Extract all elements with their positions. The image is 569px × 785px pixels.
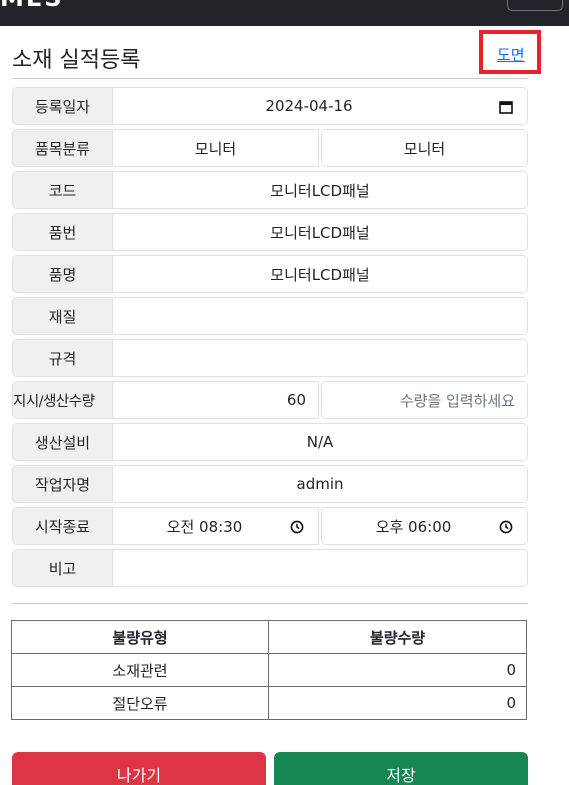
highlight-box (479, 30, 541, 74)
code-value: 모니터LCD패널 (270, 181, 370, 200)
part-no-value: 모니터LCD패널 (270, 223, 370, 242)
page-title: 소재 실적등록 (12, 48, 141, 73)
defect-type-cell: 소재관련 (11, 653, 269, 687)
end-time-value: 오후 06:00 (375, 517, 452, 536)
row-part-name: 품명 모니터LCD패널 (12, 255, 528, 293)
production-form: 등록일자 2024-04-16 품목분류 모니터 모니터 코드 모니터LCD패널… (12, 87, 528, 591)
row-spec: 규격 (12, 339, 528, 377)
defect-qty-cell[interactable]: 0 (268, 686, 527, 720)
reg-date-value: 2024-04-16 (265, 97, 353, 115)
item-class-minor-select[interactable]: 모니터 (321, 129, 528, 167)
production-qty-placeholder: 수량을 입력하세요 (399, 391, 515, 410)
item-class-major-value: 모니터 (194, 139, 237, 158)
brand-logo[interactable]: MES (0, 0, 96, 8)
equipment-field[interactable]: N/A (112, 423, 528, 461)
brand-text: MES (0, 0, 64, 8)
note-field[interactable] (112, 549, 528, 587)
table-row: 절단오류 0 (11, 686, 527, 720)
row-note: 비고 (12, 549, 528, 587)
title-divider (12, 78, 528, 79)
order-qty-field[interactable]: 60 (112, 381, 319, 419)
row-equipment: 생산설비 N/A (12, 423, 528, 461)
defect-type-header: 불량유형 (11, 620, 269, 654)
row-qty: 지시/생산수량 60 수량을 입력하세요 (12, 381, 528, 419)
top-navbar: MES (0, 0, 569, 26)
row-time: 시작종료 오전 08:30 오후 06:00 (12, 507, 528, 545)
material-field[interactable] (112, 297, 528, 335)
spec-field[interactable] (112, 339, 528, 377)
exit-button[interactable]: 나가기 (12, 752, 266, 785)
section-divider (12, 603, 528, 604)
material-label: 재질 (12, 297, 113, 335)
qty-label: 지시/생산수량 (12, 381, 113, 419)
part-name-value: 모니터LCD패널 (270, 265, 370, 284)
defect-type-cell: 절단오류 (11, 686, 269, 720)
part-name-label: 품명 (12, 255, 113, 293)
row-worker: 작업자명 admin (12, 465, 528, 503)
defect-qty-cell[interactable]: 0 (268, 653, 527, 687)
item-class-major-select[interactable]: 모니터 (112, 129, 319, 167)
code-field[interactable]: 모니터LCD패널 (112, 171, 528, 209)
code-label: 코드 (12, 171, 113, 209)
row-reg-date: 등록일자 2024-04-16 (12, 87, 528, 125)
part-no-field[interactable]: 모니터LCD패널 (112, 213, 528, 251)
worker-value: admin (296, 475, 344, 493)
item-class-label: 품목분류 (12, 129, 113, 167)
clock-icon[interactable] (499, 520, 513, 534)
menu-toggle-button[interactable] (507, 0, 563, 11)
end-time-input[interactable]: 오후 06:00 (321, 507, 528, 545)
start-time-value: 오전 08:30 (166, 517, 243, 536)
equipment-value: N/A (306, 433, 334, 451)
part-no-label: 품번 (12, 213, 113, 251)
item-class-minor-value: 모니터 (403, 139, 446, 158)
table-row: 소재관련 0 (11, 653, 527, 687)
save-button[interactable]: 저장 (274, 752, 528, 785)
reg-date-input[interactable]: 2024-04-16 (112, 87, 528, 125)
production-qty-input[interactable]: 수량을 입력하세요 (321, 381, 528, 419)
time-label: 시작종료 (12, 507, 113, 545)
reg-date-label: 등록일자 (12, 87, 113, 125)
clock-icon[interactable] (290, 520, 304, 534)
defect-table: 불량유형 불량수량 소재관련 0 절단오류 0 (11, 620, 527, 720)
spec-label: 규격 (12, 339, 113, 377)
order-qty-value: 60 (286, 391, 306, 409)
row-item-class: 품목분류 모니터 모니터 (12, 129, 528, 167)
calendar-icon[interactable] (499, 100, 513, 114)
worker-field[interactable]: admin (112, 465, 528, 503)
table-header-row: 불량유형 불량수량 (11, 620, 527, 654)
row-material: 재질 (12, 297, 528, 335)
start-time-input[interactable]: 오전 08:30 (112, 507, 319, 545)
equipment-label: 생산설비 (12, 423, 113, 461)
defect-qty-header: 불량수량 (268, 620, 527, 654)
worker-label: 작업자명 (12, 465, 113, 503)
row-part-no: 품번 모니터LCD패널 (12, 213, 528, 251)
row-code: 코드 모니터LCD패널 (12, 171, 528, 209)
part-name-field[interactable]: 모니터LCD패널 (112, 255, 528, 293)
note-label: 비고 (12, 549, 113, 587)
